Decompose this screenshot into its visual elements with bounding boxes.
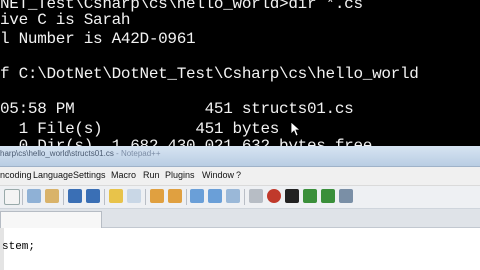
- stop-macro-icon[interactable]: [285, 189, 299, 203]
- console-line-file-entry: 05:58 PM 451 structs01.cs: [0, 100, 354, 118]
- run-macro-multiple-icon[interactable]: [321, 189, 335, 203]
- replace-icon[interactable]: [127, 189, 141, 203]
- tab-structs01[interactable]: [0, 211, 102, 228]
- menu-window[interactable]: Window: [202, 170, 234, 180]
- window-title: harp\cs\hello_world\structs01.cs - Notep…: [0, 149, 161, 158]
- title-bar[interactable]: harp\cs\hello_world\structs01.cs - Notep…: [0, 146, 480, 167]
- console-line-file-count: 1 File(s) 451 bytes: [0, 120, 280, 138]
- window-title-app: - Notepad++: [113, 149, 161, 158]
- new-file-icon[interactable]: [4, 189, 20, 205]
- play-macro-icon[interactable]: [303, 189, 317, 203]
- console-line-serial-number: l Number is A42D-0961: [0, 30, 196, 48]
- toolbar-separator: [145, 189, 146, 205]
- indent-guide-icon[interactable]: [249, 189, 263, 203]
- toolbar-separator: [104, 189, 105, 205]
- undo-icon[interactable]: [68, 189, 82, 203]
- menu-macro[interactable]: Macro: [111, 170, 136, 180]
- menu-plugins[interactable]: Plugins: [165, 170, 195, 180]
- paste-icon[interactable]: [45, 189, 59, 203]
- console-line-directory: f C:\DotNet\DotNet_Test\Csharp\cs\hello_…: [0, 65, 419, 83]
- menu-settings[interactable]: Settings: [73, 170, 106, 180]
- toolbar-separator: [63, 189, 64, 205]
- word-wrap-icon[interactable]: [208, 189, 222, 203]
- redo-icon[interactable]: [86, 189, 100, 203]
- window-title-path: harp\cs\hello_world\structs01.cs: [0, 149, 114, 158]
- menu-encoding[interactable]: ncoding: [0, 170, 32, 180]
- notepad-plus-plus-window[interactable]: harp\cs\hello_world\structs01.cs - Notep…: [0, 146, 480, 270]
- toolbar-separator: [186, 189, 187, 205]
- code-line: stem;: [2, 241, 36, 253]
- menu-help[interactable]: ?: [236, 170, 241, 180]
- zoom-out-icon[interactable]: [168, 189, 182, 203]
- toolbar: [0, 186, 480, 209]
- show-all-chars-icon[interactable]: [226, 189, 240, 203]
- zoom-in-icon[interactable]: [150, 189, 164, 203]
- mouse-pointer-icon: [290, 121, 302, 137]
- copy-icon[interactable]: [27, 189, 41, 203]
- console-line-volume-label: ive C is Sarah: [0, 11, 131, 29]
- toolbar-separator: [244, 189, 245, 205]
- record-macro-icon[interactable]: [267, 189, 281, 203]
- menu-run[interactable]: Run: [143, 170, 160, 180]
- find-icon[interactable]: [109, 189, 123, 203]
- console-window[interactable]: NET_Test\Csharp\cs\hello_world>dir *.cs …: [0, 0, 480, 148]
- text-editor[interactable]: stem;: [0, 228, 480, 270]
- tab-strip: [0, 209, 480, 228]
- menu-language[interactable]: Language: [33, 170, 73, 180]
- save-macro-icon[interactable]: [339, 189, 353, 203]
- toolbar-separator: [22, 189, 23, 205]
- sync-scroll-icon[interactable]: [190, 189, 204, 203]
- menu-bar: ncoding Language Settings Macro Run Plug…: [0, 167, 480, 186]
